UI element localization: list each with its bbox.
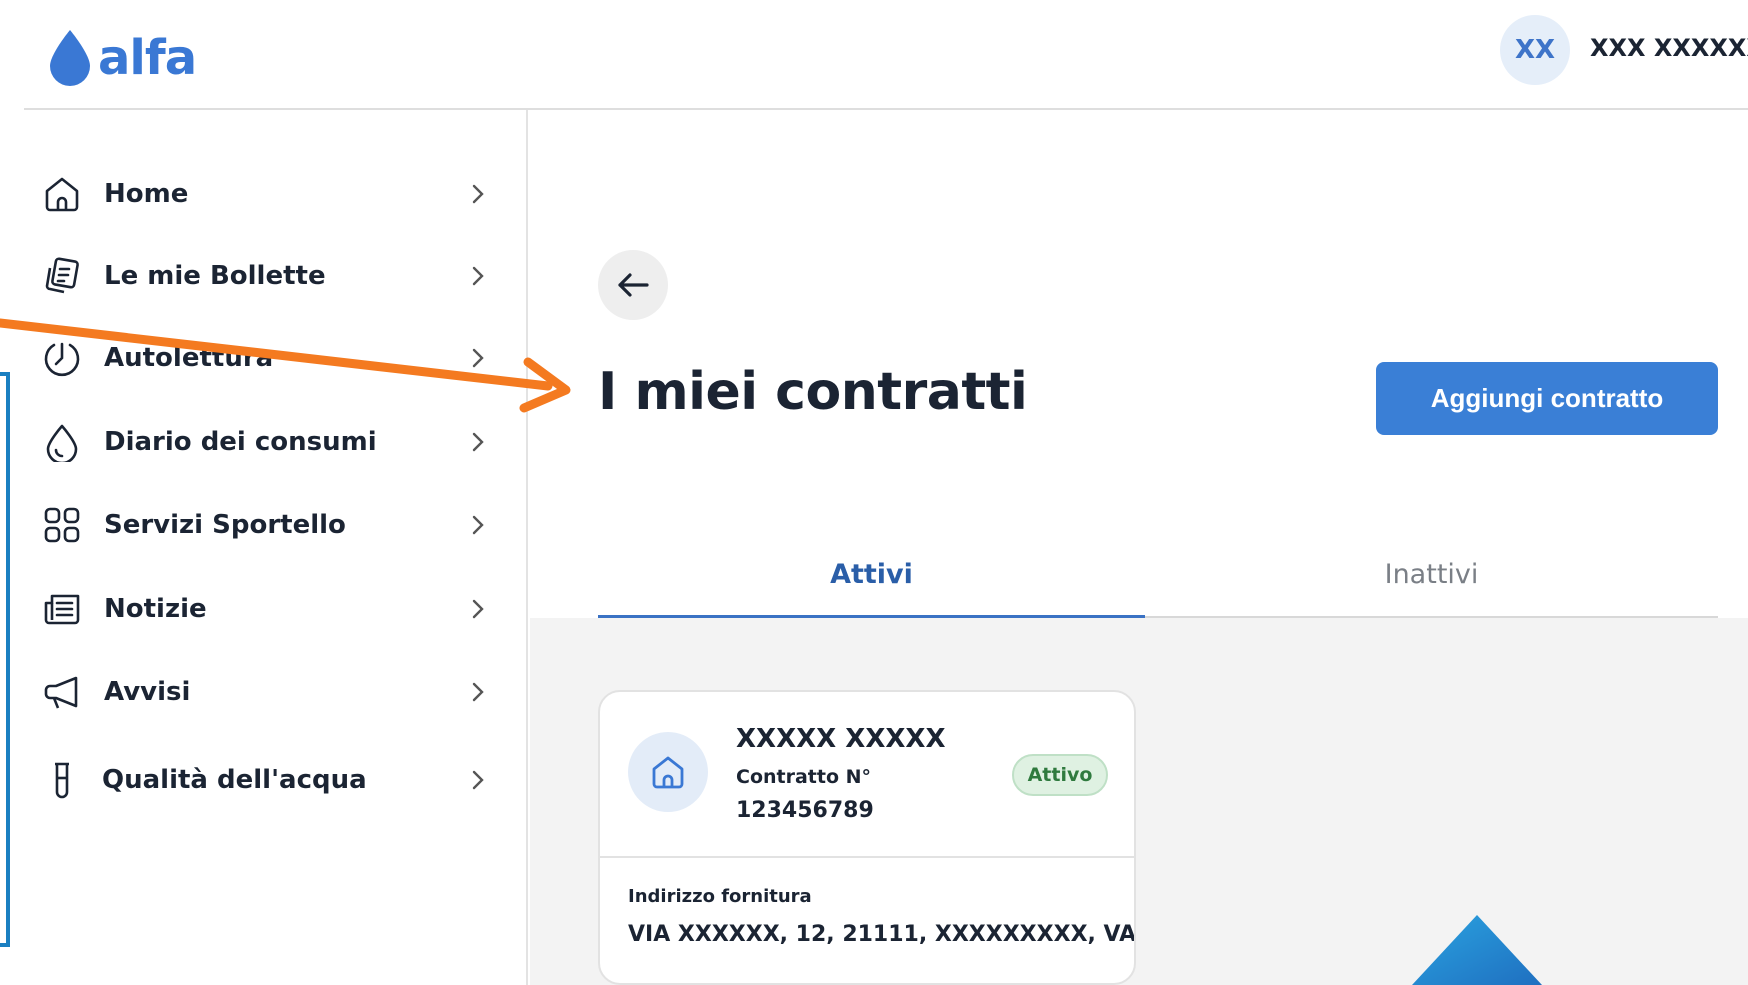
chevron-right-icon bbox=[466, 182, 490, 206]
house-icon bbox=[628, 732, 708, 812]
sidebar-item-consumption-diary[interactable]: Diario dei consumi bbox=[0, 412, 500, 472]
avatar[interactable]: XX bbox=[1500, 15, 1570, 85]
supply-address-label: Indirizzo fornitura bbox=[628, 886, 812, 907]
chevron-right-icon bbox=[466, 513, 490, 537]
chevron-right-icon bbox=[466, 768, 490, 792]
sidebar-item-label: Autolettura bbox=[104, 343, 274, 373]
annotation-highlight-box bbox=[0, 372, 10, 947]
supply-address: VIA XXXXXX, 12, 21111, XXXXXXXXX, VA bbox=[628, 922, 1136, 947]
chevron-right-icon bbox=[466, 430, 490, 454]
arrow-left-icon bbox=[618, 273, 649, 297]
chevron-right-icon bbox=[466, 680, 490, 704]
water-drop-icon bbox=[50, 30, 90, 86]
card-divider bbox=[600, 856, 1134, 858]
newspaper-icon bbox=[42, 589, 82, 629]
back-button[interactable] bbox=[598, 250, 668, 320]
sidebar-item-home[interactable]: Home bbox=[0, 164, 500, 224]
chevron-right-icon bbox=[466, 264, 490, 288]
add-contract-button[interactable]: Aggiungi contratto bbox=[1376, 362, 1718, 435]
contract-number-label: Contratto N° bbox=[736, 766, 872, 788]
status-badge: Attivo bbox=[1012, 754, 1108, 796]
tab-inactive[interactable]: Inattivi bbox=[1145, 530, 1718, 618]
sidebar: Home Le mie Bollette Autolettura Diario … bbox=[0, 110, 528, 985]
bills-icon bbox=[42, 256, 82, 296]
chevron-right-icon bbox=[466, 346, 490, 370]
water-drop-outline-icon bbox=[42, 422, 82, 462]
sidebar-item-label: Le mie Bollette bbox=[104, 261, 326, 291]
sidebar-item-water-quality[interactable]: Qualità dell'acqua bbox=[0, 750, 500, 810]
home-icon bbox=[42, 174, 82, 214]
contract-number: 123456789 bbox=[736, 798, 874, 823]
top-header: alfa XX XXX XXXXXX bbox=[0, 0, 1748, 110]
contract-holder: XXXXX XXXXX bbox=[736, 724, 946, 754]
brand-logo[interactable]: alfa bbox=[46, 14, 216, 86]
sidebar-item-news[interactable]: Notizie bbox=[0, 579, 500, 639]
scroll-up-triangle-icon[interactable] bbox=[1412, 915, 1542, 985]
sidebar-item-label: Servizi Sportello bbox=[104, 510, 346, 540]
page-title: I miei contratti bbox=[598, 362, 1028, 422]
tab-active[interactable]: Attivi bbox=[598, 530, 1145, 618]
sidebar-item-label: Home bbox=[104, 179, 189, 209]
chevron-right-icon bbox=[466, 597, 490, 621]
sidebar-item-alerts[interactable]: Avvisi bbox=[0, 662, 500, 722]
grid-icon bbox=[42, 505, 82, 545]
user-name[interactable]: XXX XXXXXX bbox=[1590, 34, 1748, 62]
contract-card[interactable]: XXXXX XXXXX Contratto N° 123456789 Attiv… bbox=[598, 690, 1136, 985]
contract-tabs: Attivi Inattivi bbox=[598, 530, 1718, 618]
test-tube-icon bbox=[42, 760, 82, 800]
megaphone-icon bbox=[42, 672, 82, 712]
sidebar-item-label: Notizie bbox=[104, 594, 207, 624]
brand-name: alfa bbox=[98, 30, 197, 86]
sidebar-item-label: Diario dei consumi bbox=[104, 427, 377, 457]
meter-reading-icon bbox=[42, 338, 82, 378]
sidebar-item-services[interactable]: Servizi Sportello bbox=[0, 495, 500, 555]
sidebar-item-bills[interactable]: Le mie Bollette bbox=[0, 246, 500, 306]
sidebar-item-label: Qualità dell'acqua bbox=[102, 765, 367, 795]
sidebar-item-label: Avvisi bbox=[104, 677, 191, 707]
sidebar-item-meter-reading[interactable]: Autolettura bbox=[0, 328, 500, 388]
